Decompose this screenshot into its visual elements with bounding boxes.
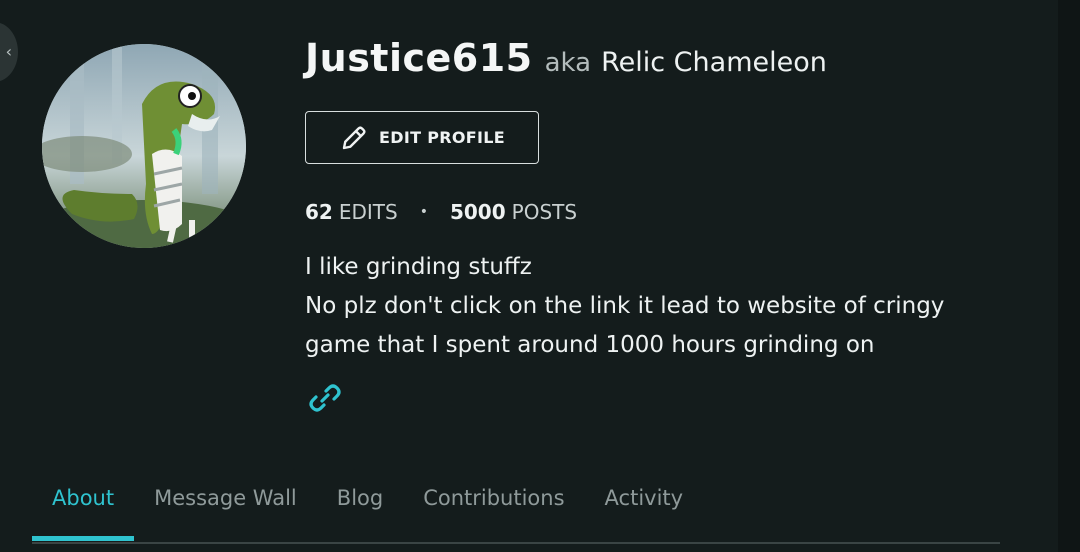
posts-count: 5000: [449, 200, 506, 224]
profile-header: Justice615 aka Relic Chameleon EDIT PROF…: [305, 36, 1020, 412]
tab-list: About Message Wall Blog Contributions Ac…: [32, 480, 1000, 542]
avatar-image: [42, 44, 246, 248]
posts-label: POSTS: [511, 200, 578, 224]
edit-profile-button[interactable]: EDIT PROFILE: [305, 111, 539, 164]
stats-separator: •: [419, 204, 428, 220]
bio-line: I like grinding stuffz: [305, 254, 532, 280]
tab-blog[interactable]: Blog: [317, 480, 403, 536]
bio-line: game that I spent around 1000 hours grin…: [305, 332, 875, 358]
edit-profile-label: EDIT PROFILE: [379, 128, 505, 147]
alias: Relic Chameleon: [601, 47, 827, 78]
profile-tabs: About Message Wall Blog Contributions Ac…: [32, 480, 1000, 544]
chevron-left-icon: ‹: [5, 42, 12, 61]
link-icon-glyph: [309, 384, 341, 412]
edits-count: 62: [305, 200, 333, 224]
username: Justice615: [305, 36, 533, 80]
tab-message-wall[interactable]: Message Wall: [134, 480, 317, 536]
title-row: Justice615 aka Relic Chameleon: [305, 36, 1020, 80]
back-button[interactable]: ‹: [0, 22, 18, 82]
tab-contributions[interactable]: Contributions: [403, 480, 584, 536]
tabs-divider: [32, 542, 1000, 544]
scrollbar[interactable]: [1058, 0, 1080, 552]
edits-label: EDITS: [338, 200, 398, 224]
avatar: [42, 44, 246, 248]
profile-stats: 62 EDITS • 5000 POSTS: [305, 200, 577, 224]
tab-activity[interactable]: Activity: [585, 480, 704, 536]
link-icon[interactable]: [305, 378, 345, 418]
aka-label: aka: [544, 48, 592, 78]
profile-page: ‹ Justice615 aka Relic Chameleon EDIT PR…: [0, 0, 1080, 552]
bio-line: No plz don't click on the link it lead t…: [305, 293, 945, 319]
pencil-icon: [342, 126, 366, 149]
profile-bio: I like grinding stuffz No plz don't clic…: [305, 248, 1025, 365]
tab-about[interactable]: About: [32, 480, 135, 541]
